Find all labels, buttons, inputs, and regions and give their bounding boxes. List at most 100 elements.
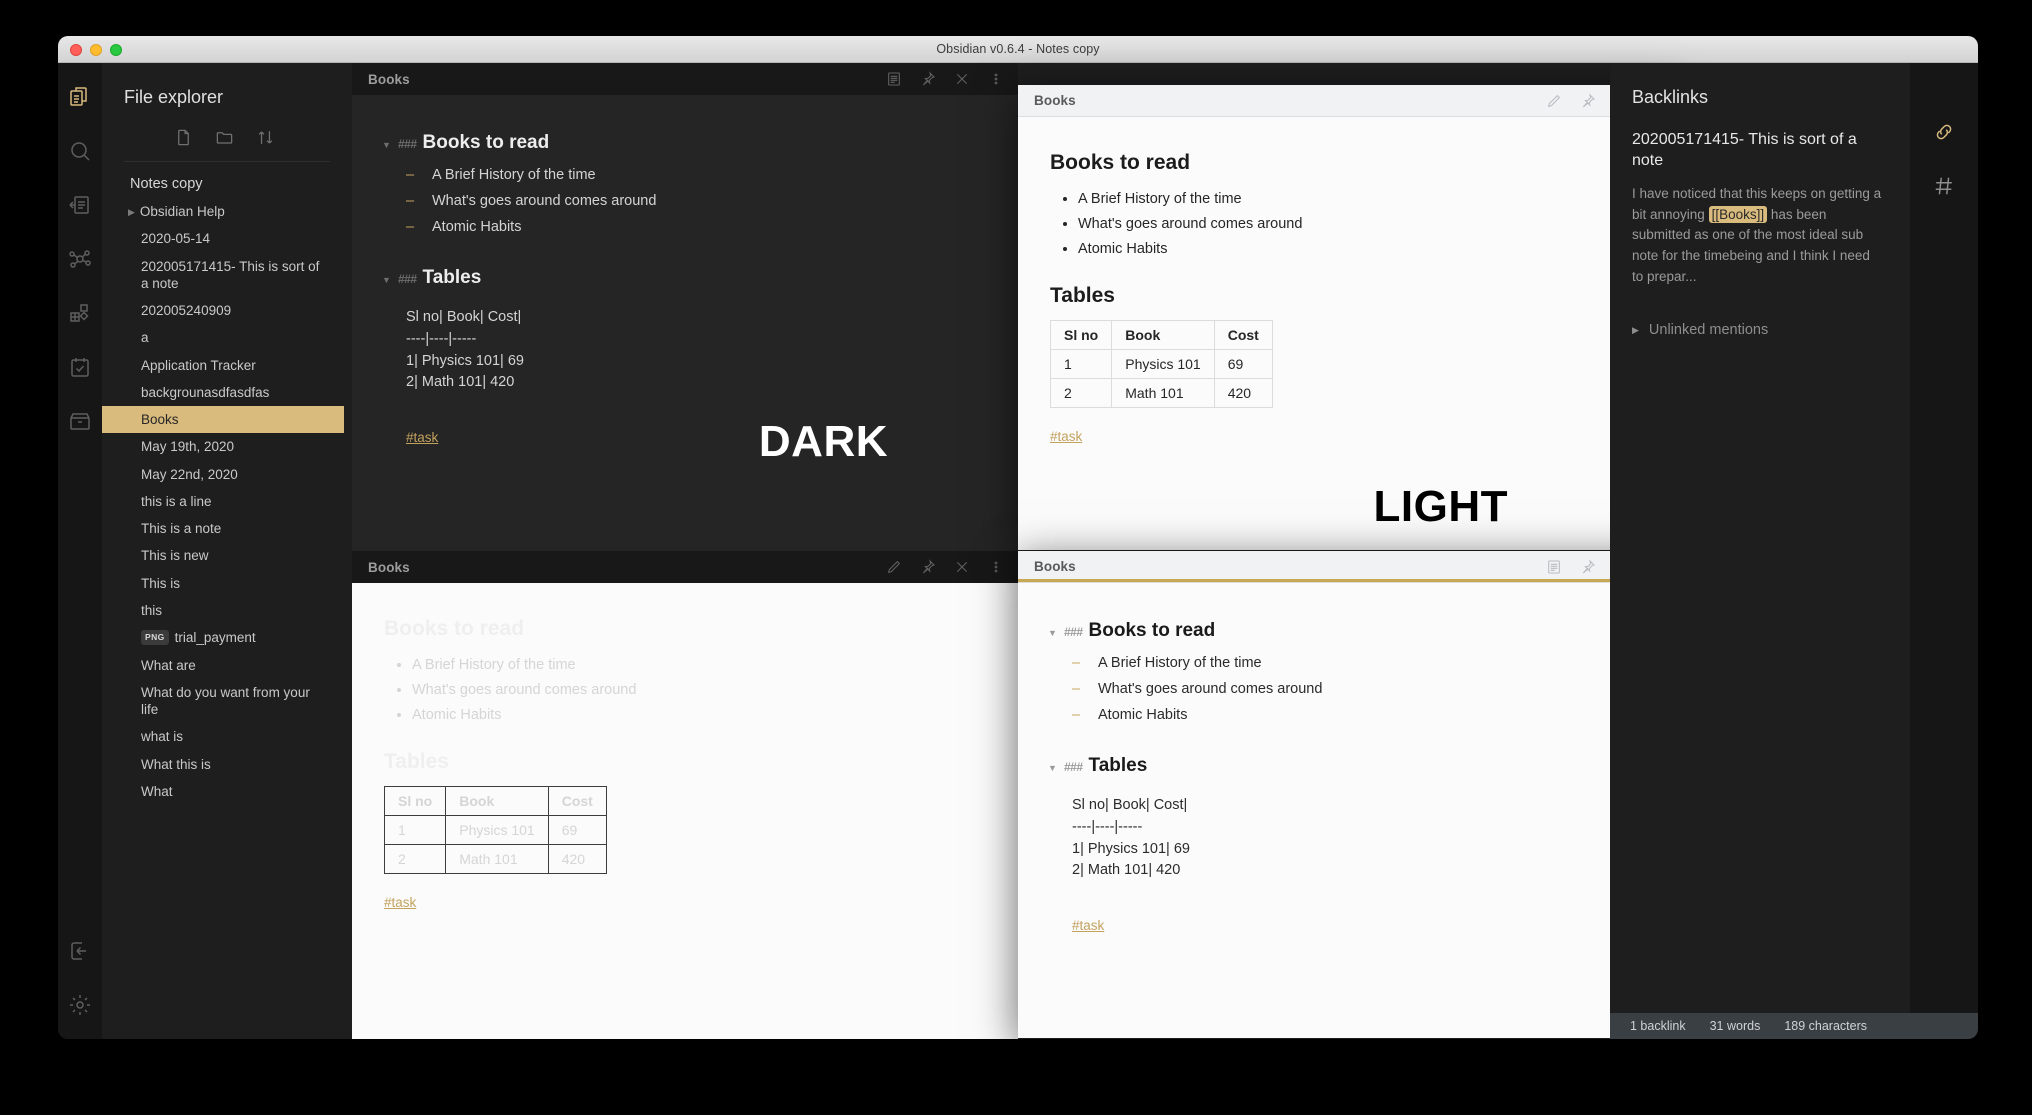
tree-item[interactable]: This is a note: [108, 515, 338, 542]
list-item: A Brief History of the time: [412, 653, 986, 678]
tree-item-label: this: [141, 602, 163, 618]
list-dash: –: [1072, 706, 1081, 723]
traffic-lights[interactable]: [70, 44, 122, 56]
heading-hashes: ###: [1064, 625, 1083, 639]
fold-caret-icon[interactable]: ▼: [382, 274, 398, 287]
heading-hashes: ###: [1064, 759, 1083, 774]
pane-title: Books: [368, 71, 410, 87]
pane-header[interactable]: Books: [1018, 85, 1678, 117]
status-characters: 189 characters: [1784, 1019, 1868, 1033]
markdown-source-editor[interactable]: ▼ ### Books to read – A Brief History of …: [352, 95, 1018, 449]
tree-item[interactable]: This is: [108, 570, 338, 597]
more-options-icon[interactable]: [988, 71, 1004, 87]
edit-pencil-icon[interactable]: [886, 559, 902, 575]
fold-caret-icon[interactable]: ▼: [382, 139, 398, 152]
pane-header[interactable]: Books: [352, 551, 1018, 583]
excerpt-link-highlight[interactable]: [[Books]]: [1708, 205, 1768, 223]
tree-item[interactable]: Application Tracker: [108, 352, 338, 379]
task-tag[interactable]: #task: [1050, 429, 1082, 444]
new-note-icon[interactable]: [174, 128, 193, 147]
close-window-button[interactable]: [70, 44, 82, 56]
list-dash: –: [406, 218, 415, 235]
preview-table: Sl no Book Cost 1 Physics 101 69 2 Math …: [1049, 319, 1273, 408]
tags-hash-icon[interactable]: [1933, 175, 1955, 197]
tree-item[interactable]: May 22nd, 2020: [108, 461, 338, 488]
tree-item-books[interactable]: Books: [102, 406, 344, 434]
edit-pencil-icon[interactable]: [1546, 93, 1562, 109]
tree-item[interactable]: this: [108, 597, 338, 624]
preview-heading: Books to read: [384, 617, 525, 640]
tree-item[interactable]: What are: [108, 652, 338, 679]
table-cell: 2: [1049, 377, 1113, 408]
close-icon[interactable]: [954, 71, 970, 87]
list-item-text: Atomic Habits: [432, 218, 522, 235]
quick-switcher-icon[interactable]: [68, 193, 92, 217]
pane-body[interactable]: ▼ ### Books to read – A Brief History of …: [1018, 583, 1678, 1038]
search-icon[interactable]: [68, 139, 92, 163]
pin-icon[interactable]: [1580, 92, 1596, 109]
tree-item-label: what is: [141, 729, 184, 745]
fold-caret-icon[interactable]: ▼: [1048, 762, 1064, 775]
list-item: Atomic Habits: [1078, 237, 1646, 262]
pane-body[interactable]: Books to read A Brief History of the tim…: [1018, 117, 1678, 550]
new-folder-icon[interactable]: [215, 128, 234, 147]
task-tag[interactable]: #task: [384, 895, 416, 910]
close-icon[interactable]: [954, 559, 970, 575]
tree-item[interactable]: May 19th, 2020: [108, 433, 338, 460]
pin-icon[interactable]: [1580, 558, 1596, 575]
pane-header[interactable]: Books: [352, 63, 1018, 95]
minimize-window-button[interactable]: [90, 44, 102, 56]
fold-caret-icon[interactable]: ▼: [1048, 627, 1064, 640]
table-cell: Physics 101: [1111, 348, 1215, 379]
tree-item[interactable]: 202005171415- This is sort of a note: [108, 253, 338, 298]
preview-icon[interactable]: [886, 71, 902, 87]
markdown-preview[interactable]: Books to read A Brief History of the tim…: [1018, 117, 1678, 446]
list-item-text: A Brief History of the time: [432, 166, 596, 183]
backlinks-link-icon[interactable]: [1933, 121, 1955, 143]
pane-body[interactable]: Books to read A Brief History of the tim…: [352, 583, 1018, 1039]
heading-line: ▼ ### Tables: [1048, 752, 1648, 780]
pane-light-preview: Books Books to read • A Brief History of…: [1018, 85, 1678, 551]
tree-item-label: This is: [141, 575, 181, 591]
tree-item[interactable]: backgrounasdfasdfas: [108, 379, 338, 406]
sort-icon[interactable]: [256, 128, 275, 147]
daily-note-icon[interactable]: [68, 355, 92, 379]
tree-item-folder[interactable]: ▶ Obsidian Help: [108, 198, 338, 225]
tree-item[interactable]: a: [108, 324, 338, 351]
graph-view-icon[interactable]: [68, 247, 92, 271]
markdown-preview[interactable]: Books to read A Brief History of the tim…: [352, 583, 1018, 912]
tree-item[interactable]: what is: [108, 723, 338, 750]
settings-gear-icon[interactable]: [68, 993, 92, 1017]
tree-item[interactable]: 202005240909: [108, 297, 338, 324]
preview-icon[interactable]: [1546, 559, 1562, 575]
pane-body[interactable]: ▼ ### Books to read – A Brief History of …: [352, 95, 1018, 551]
tree-item[interactable]: this is a line: [108, 488, 338, 515]
archive-icon[interactable]: [68, 409, 92, 433]
open-vault-icon[interactable]: [68, 939, 92, 963]
pin-icon[interactable]: [920, 71, 936, 87]
unlinked-mentions-toggle[interactable]: ▶ Unlinked mentions: [1610, 288, 1910, 338]
table-header-cell: Book: [445, 785, 549, 816]
pin-icon[interactable]: [920, 559, 936, 575]
heading-text: Books to read: [422, 132, 550, 153]
maximize-window-button[interactable]: [110, 44, 122, 56]
file-explorer-icon[interactable]: [68, 85, 92, 109]
tree-item[interactable]: This is new: [108, 542, 338, 569]
tree-item[interactable]: 2020-05-14: [108, 225, 338, 252]
more-options-icon[interactable]: [988, 559, 1004, 575]
heading-text: Books to read: [1088, 620, 1216, 641]
task-tag[interactable]: #task: [1072, 918, 1104, 933]
heading-line: ▼ ### Books to read: [1048, 617, 1648, 645]
markdown-source-editor[interactable]: ▼ ### Books to read – A Brief History of …: [1018, 583, 1678, 937]
plugins-icon[interactable]: [68, 301, 92, 325]
unlinked-mentions-label: Unlinked mentions: [1648, 322, 1769, 339]
tree-item[interactable]: What do you want from your life: [108, 679, 338, 724]
tree-item[interactable]: What this is: [108, 751, 338, 778]
task-tag[interactable]: #task: [406, 430, 438, 445]
tree-item[interactable]: What: [108, 778, 338, 805]
tree-item-image[interactable]: PNG trial_payment: [108, 624, 338, 651]
pane-header-active[interactable]: Books: [1018, 551, 1678, 583]
table-cell: Physics 101: [445, 814, 549, 845]
tree-item-label: What this is: [141, 756, 211, 772]
backlink-note-title[interactable]: 202005171415- This is sort of a note: [1610, 108, 1910, 172]
